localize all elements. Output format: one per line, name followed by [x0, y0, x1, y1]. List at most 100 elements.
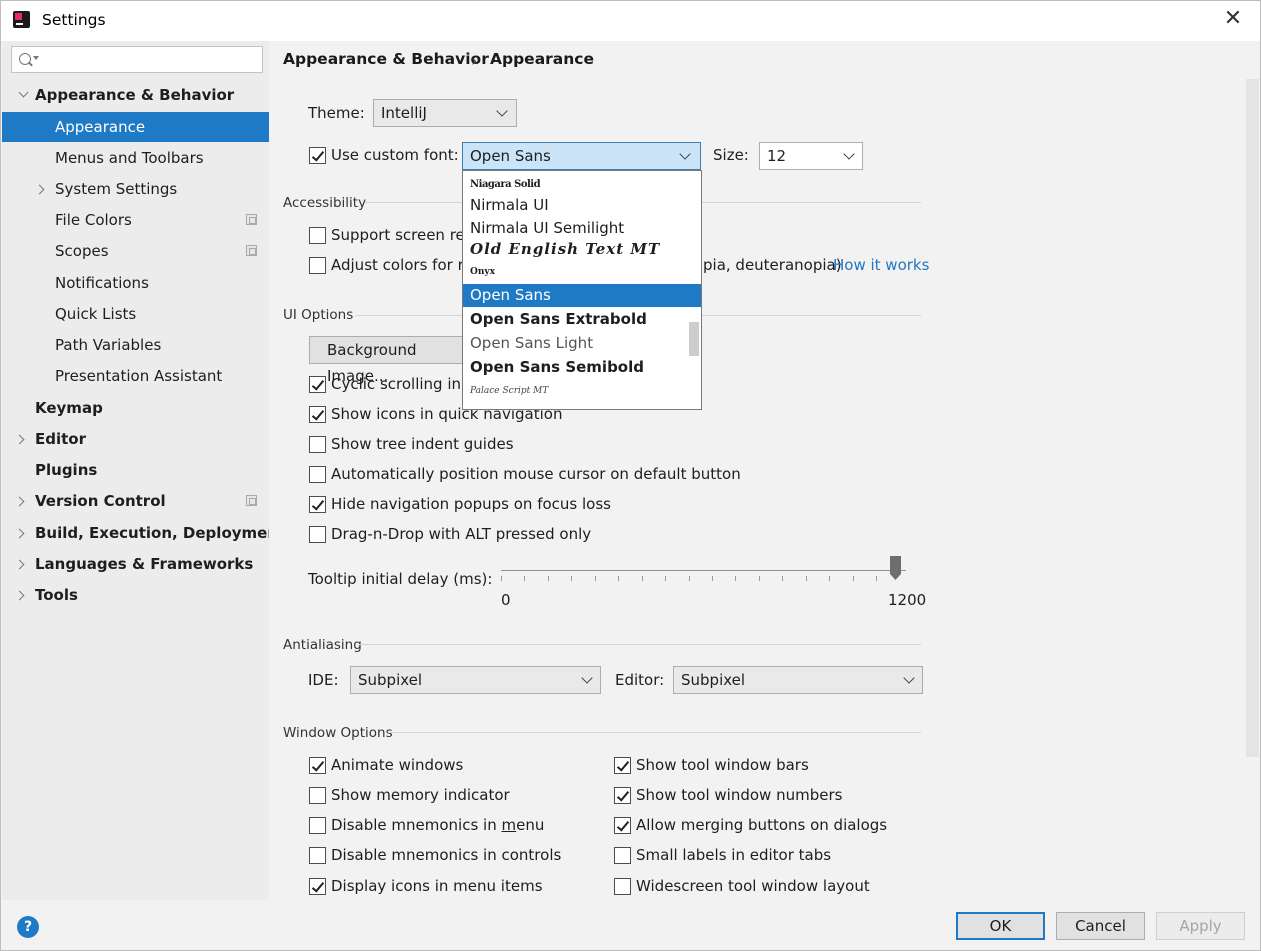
- section-divider: [388, 732, 921, 733]
- font-option[interactable]: Onyx: [463, 261, 688, 284]
- font-option[interactable]: Nirmala UI Semilight: [463, 217, 688, 240]
- auto-position-cursor-checkbox[interactable]: [309, 466, 326, 483]
- show-memory-checkbox[interactable]: [309, 787, 326, 804]
- use-custom-font-checkbox[interactable]: [309, 147, 326, 164]
- ide-antialiasing-select[interactable]: Subpixel: [350, 666, 601, 694]
- tooltip-delay-slider[interactable]: [501, 556, 911, 586]
- font-option[interactable]: Open Sans Semibold: [463, 356, 688, 379]
- sidebar-item-version-control[interactable]: Version Control: [2, 486, 269, 516]
- chevron-right-icon[interactable]: [14, 559, 25, 570]
- sidebar-item-presentation-assistant[interactable]: Presentation Assistant: [2, 361, 269, 391]
- sidebar-item-languages-frameworks[interactable]: Languages & Frameworks: [2, 549, 269, 579]
- search-options-icon[interactable]: [33, 56, 39, 60]
- show-icons-quick-nav-checkbox[interactable]: [309, 406, 326, 423]
- background-image-button[interactable]: Background Image...: [309, 336, 469, 385]
- sidebar-item-scopes[interactable]: Scopes: [2, 236, 269, 266]
- slider-tick: [689, 576, 690, 581]
- sidebar-item-quick-lists[interactable]: Quick Lists: [2, 299, 269, 329]
- animate-windows-checkbox[interactable]: [309, 757, 326, 774]
- font-option[interactable]: Old English Text MT: [463, 238, 688, 261]
- cyclic-scrolling-checkbox[interactable]: [309, 376, 326, 393]
- close-icon[interactable]: ✕: [1219, 5, 1247, 33]
- search-icon: [19, 53, 31, 65]
- disable-mnemonics-controls-checkbox[interactable]: [309, 847, 326, 864]
- sidebar-item-file-colors[interactable]: File Colors: [2, 205, 269, 235]
- window-title: Settings: [42, 11, 106, 29]
- cyclic-scrolling-label: Cyclic scrolling in li: [331, 375, 475, 393]
- font-option-selected[interactable]: Open Sans: [463, 284, 701, 307]
- chevron-right-icon[interactable]: [14, 496, 25, 507]
- sidebar-item-appearance-behavior[interactable]: Appearance & Behavior: [2, 80, 269, 110]
- theme-select[interactable]: IntelliJ: [373, 99, 517, 127]
- show-tool-window-numbers-checkbox[interactable]: [614, 787, 631, 804]
- font-option[interactable]: Open Sans Extrabold: [463, 308, 688, 331]
- sidebar-item-system-settings[interactable]: System Settings: [2, 174, 269, 204]
- search-input[interactable]: [11, 46, 263, 73]
- section-divider: [359, 644, 921, 645]
- adjust-colors-checkbox[interactable]: [309, 257, 326, 274]
- sidebar-item-notifications[interactable]: Notifications: [2, 268, 269, 298]
- chevron-down-icon[interactable]: [18, 87, 29, 98]
- chevron-down-icon: [581, 672, 593, 684]
- chevron-right-icon[interactable]: [14, 528, 25, 539]
- chevron-right-icon[interactable]: [14, 590, 25, 601]
- animate-windows-label: Animate windows: [331, 756, 464, 774]
- dropdown-scrollbar-thumb[interactable]: [689, 322, 699, 356]
- hide-nav-popups-checkbox[interactable]: [309, 496, 326, 513]
- sidebar-item-label: Presentation Assistant: [55, 367, 223, 385]
- sidebar-item-label: Version Control: [35, 492, 166, 510]
- intellij-app-icon: [13, 11, 30, 28]
- sidebar-item-menus-toolbars[interactable]: Menus and Toolbars: [2, 143, 269, 173]
- sidebar-item-plugins[interactable]: Plugins: [2, 455, 269, 485]
- display-icons-menu-checkbox[interactable]: [309, 878, 326, 895]
- font-size-select[interactable]: 12: [759, 142, 863, 170]
- sidebar-item-build-execution-deployment[interactable]: Build, Execution, Deployment: [2, 518, 285, 548]
- font-option[interactable]: Palace Script MT: [463, 380, 688, 403]
- apply-button[interactable]: Apply: [1156, 912, 1245, 940]
- cancel-button[interactable]: Cancel: [1056, 912, 1145, 940]
- drag-n-drop-checkbox[interactable]: [309, 526, 326, 543]
- sidebar-item-tools[interactable]: Tools: [2, 580, 269, 610]
- chevron-right-icon[interactable]: [14, 434, 25, 445]
- editor-antialiasing-select[interactable]: Subpixel: [673, 666, 923, 694]
- sidebar-item-label: Tools: [35, 586, 78, 604]
- widescreen-layout-checkbox[interactable]: [614, 878, 631, 895]
- show-tree-indent-checkbox[interactable]: [309, 436, 326, 453]
- help-icon[interactable]: ?: [17, 916, 39, 938]
- sidebar-item-editor[interactable]: Editor: [2, 424, 269, 454]
- chevron-right-icon[interactable]: [34, 184, 45, 195]
- show-memory-label: Show memory indicator: [331, 786, 510, 804]
- allow-merging-buttons-checkbox[interactable]: [614, 817, 631, 834]
- font-select[interactable]: Open Sans: [462, 142, 701, 170]
- slider-tick: [548, 576, 549, 581]
- font-dropdown-list[interactable]: Niagara Solid Nirmala UI Nirmala UI Semi…: [462, 170, 702, 410]
- how-it-works-link[interactable]: How it works: [833, 256, 929, 274]
- sidebar-item-keymap[interactable]: Keymap: [2, 393, 269, 423]
- font-option[interactable]: Nirmala UI: [463, 194, 688, 217]
- sidebar-item-appearance[interactable]: Appearance: [2, 112, 269, 142]
- small-labels-checkbox[interactable]: [614, 847, 631, 864]
- breadcrumb-parent[interactable]: Appearance & Behavior: [283, 50, 489, 68]
- screen-reader-checkbox[interactable]: [309, 227, 326, 244]
- chevron-down-icon: [496, 105, 508, 117]
- chevron-down-icon: [679, 148, 691, 160]
- sidebar-item-label: Languages & Frameworks: [35, 555, 254, 573]
- sidebar-item-label: Notifications: [55, 274, 149, 292]
- slider-thumb[interactable]: [890, 556, 901, 580]
- slider-tick: [712, 576, 713, 581]
- ok-button[interactable]: OK: [956, 912, 1045, 940]
- chevron-down-icon: [843, 148, 855, 160]
- ui-options-section-title: UI Options: [283, 307, 354, 323]
- display-icons-menu-label: Display icons in menu items: [331, 877, 543, 895]
- breadcrumb-separator: ›: [471, 51, 478, 70]
- font-option[interactable]: Niagara Solid: [463, 173, 688, 196]
- slider-tick: [759, 576, 760, 581]
- slider-tick: [806, 576, 807, 581]
- content-scrollbar[interactable]: [1246, 79, 1259, 757]
- show-tool-window-numbers-label: Show tool window numbers: [636, 786, 843, 804]
- font-option[interactable]: Open Sans Light: [463, 332, 688, 355]
- show-tool-window-bars-checkbox[interactable]: [614, 757, 631, 774]
- disable-mnemonics-menu-checkbox[interactable]: [309, 817, 326, 834]
- sidebar-item-label: File Colors: [55, 211, 132, 229]
- sidebar-item-path-variables[interactable]: Path Variables: [2, 330, 269, 360]
